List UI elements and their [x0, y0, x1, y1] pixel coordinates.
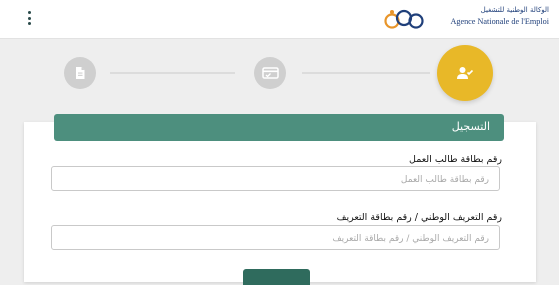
- job-card-input[interactable]: [52, 168, 499, 192]
- step-registration[interactable]: [437, 45, 493, 101]
- anem-logo: الوكالة الوطنية للتشغيل Agence Nationale…: [383, 5, 553, 33]
- logo-arabic-text: الوكالة الوطنية للتشغيل: [480, 6, 549, 14]
- job-card-label: رقم بطاقة طالب العمل: [409, 154, 502, 165]
- national-id-label: رقم التعريف الوطني / رقم بطاقة التعريف: [336, 212, 502, 223]
- step-documents[interactable]: [64, 57, 96, 89]
- form-title: التسجيل: [451, 120, 490, 133]
- document-icon: [76, 67, 85, 79]
- stepper-connector-1: [110, 72, 235, 74]
- registration-stepper: [0, 38, 559, 122]
- logo-mark-icon: [384, 9, 424, 29]
- form-header: التسجيل: [54, 114, 504, 141]
- national-id-input[interactable]: [52, 227, 499, 251]
- card-check-icon: [261, 67, 279, 79]
- logo-french-text: Agence Nationale de l'Emploi: [450, 17, 549, 26]
- stepper-connector-2: [302, 72, 430, 74]
- registration-form-card: التسجيل رقم بطاقة طالب العمل رقم التعريف…: [24, 114, 536, 285]
- kebab-menu-icon[interactable]: [26, 11, 32, 27]
- step-card-verification[interactable]: [254, 57, 286, 89]
- submit-button[interactable]: [243, 269, 310, 285]
- user-check-icon: [457, 67, 474, 79]
- job-card-field-box: [51, 166, 500, 192]
- national-id-field-box: [51, 225, 500, 251]
- top-app-bar: الوكالة الوطنية للتشغيل Agence Nationale…: [0, 0, 559, 39]
